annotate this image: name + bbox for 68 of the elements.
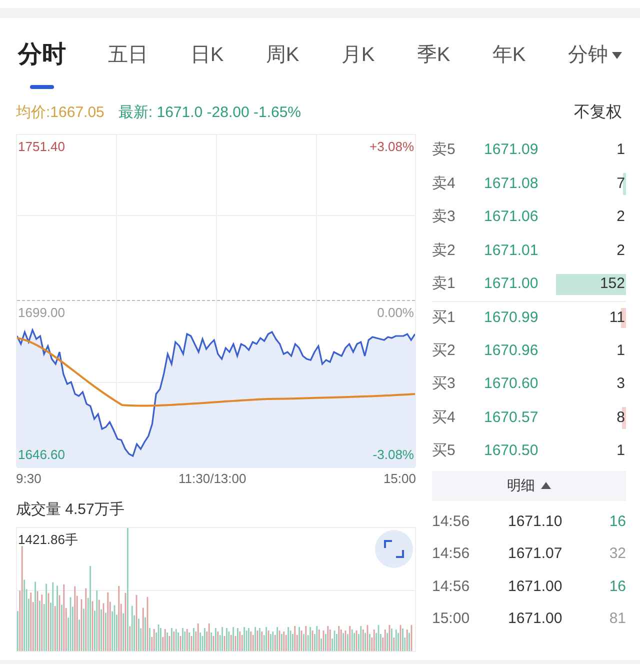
trade-price: 1671.07 <box>508 544 562 564</box>
order-price: 1670.50 <box>484 440 538 461</box>
order-quantity: 3 <box>616 374 626 394</box>
order-quantity: 2 <box>616 207 626 228</box>
trade-time: 14:56 <box>432 576 471 597</box>
trade-time: 15:00 <box>432 609 471 630</box>
time-label: 9:30 <box>16 470 42 488</box>
chart-tab[interactable]: 分时 <box>18 37 66 79</box>
time-label: 11:30/13:00 <box>178 470 246 488</box>
volume-title: 成交量 4.57万手 <box>16 500 126 520</box>
order-price: 1671.06 <box>484 207 538 228</box>
chart-tab[interactable]: 季K <box>416 40 450 76</box>
order-level: 买5 <box>432 440 456 461</box>
order-level: 买3 <box>432 374 456 394</box>
order-level: 卖1 <box>432 274 456 294</box>
trade-quantity: 32 <box>609 544 626 564</box>
chart-tab[interactable]: 周K <box>266 40 300 76</box>
order-quantity: 2 <box>616 240 626 261</box>
order-quantity: 1 <box>616 340 626 361</box>
trade-price: 1671.10 <box>508 512 562 532</box>
axis-label: 1646.60 <box>18 446 65 464</box>
fullscreen-button[interactable] <box>375 530 413 568</box>
axis-label: 0.00% <box>377 304 414 322</box>
latest-price: 最新: 1671.0 -28.00 -1.65% <box>118 102 302 123</box>
order-quantity: 152 <box>600 274 626 294</box>
order-price: 1671.08 <box>484 174 538 194</box>
trade-time: 14:56 <box>432 512 471 532</box>
axis-label: 1751.40 <box>18 138 65 156</box>
order-quantity: 7 <box>616 174 626 194</box>
order-price: 1670.60 <box>484 374 538 394</box>
trade-price: 1671.00 <box>508 576 562 597</box>
order-level: 卖3 <box>432 207 456 228</box>
volume-max-label: 1421.86手 <box>18 531 78 549</box>
order-price: 1670.99 <box>484 308 538 328</box>
expand-icon <box>384 540 404 558</box>
order-level: 买1 <box>432 308 456 328</box>
axis-label: 1699.00 <box>18 304 65 322</box>
trade-time: 14:56 <box>432 544 471 564</box>
chart-tab[interactable]: 日K <box>190 40 224 76</box>
chart-tab[interactable]: 五日 <box>108 40 148 76</box>
trade-quantity: 16 <box>609 512 626 532</box>
tab-indicator <box>30 85 54 89</box>
order-price: 1670.57 <box>484 408 538 428</box>
order-price: 1671.01 <box>484 240 538 261</box>
order-price: 1670.96 <box>484 340 538 361</box>
average-price: 均价:1667.05 <box>16 102 104 123</box>
order-level: 卖4 <box>432 174 456 194</box>
trade-quantity: 81 <box>609 609 626 630</box>
order-quantity: 11 <box>609 308 626 328</box>
trade-price: 1671.00 <box>508 609 562 630</box>
order-level: 买2 <box>432 340 456 361</box>
order-level: 卖2 <box>432 240 456 261</box>
chart-tab[interactable]: 月K <box>341 40 375 76</box>
chart-tab[interactable]: 分钟 <box>568 40 622 76</box>
chart-tab[interactable]: 年K <box>492 40 526 76</box>
adjust-option[interactable]: 不复权 <box>574 101 622 125</box>
order-quantity: 8 <box>616 408 626 428</box>
trade-quantity: 16 <box>609 576 626 597</box>
order-quantity: 1 <box>616 440 626 461</box>
order-level: 卖5 <box>432 140 456 160</box>
axis-label: -3.08% <box>372 446 414 464</box>
order-price: 1671.09 <box>484 140 538 160</box>
order-price: 1671.00 <box>484 274 538 294</box>
details-toggle[interactable]: 明细 <box>432 470 626 501</box>
order-level: 买4 <box>432 408 456 428</box>
order-quantity: 1 <box>616 140 626 160</box>
axis-label: +3.08% <box>370 138 414 156</box>
time-label: 15:00 <box>383 470 416 488</box>
